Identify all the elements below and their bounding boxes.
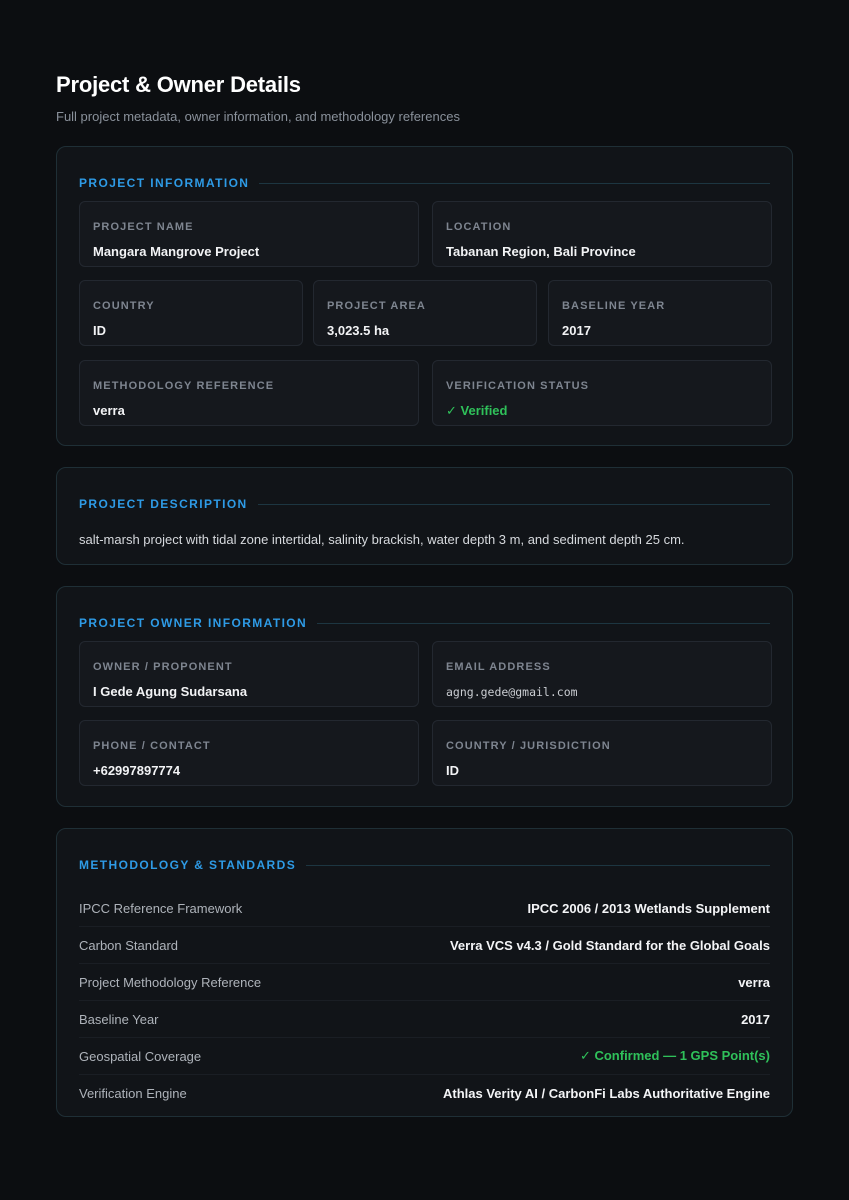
methodology-card: METHODOLOGY & STANDARDS IPCC Reference F…	[56, 828, 793, 1117]
section-divider	[257, 503, 770, 505]
page-title: Project & Owner Details	[56, 72, 301, 97]
field-value: Tabanan Region, Bali Province	[446, 244, 636, 259]
row-label: Project Methodology Reference	[79, 974, 262, 990]
methodology-row-verification-engine: Verification Engine Athlas Verity AI / C…	[79, 1075, 770, 1112]
field-jurisdiction: COUNTRY / JURISDICTION ID	[432, 720, 772, 786]
field-value: 3,023.5 ha	[327, 323, 390, 338]
section-divider	[259, 182, 770, 184]
field-baseline-year: BASELINE YEAR 2017	[548, 280, 772, 346]
section-title: METHODOLOGY & STANDARDS	[79, 858, 297, 872]
field-label: PHONE / CONTACT	[93, 740, 211, 752]
geospatial-status-value: ✓ Confirmed — 1 GPS Point(s)	[579, 1048, 770, 1063]
field-methodology-reference: METHODOLOGY REFERENCE verra	[79, 360, 419, 426]
field-country: COUNTRY ID	[79, 280, 303, 346]
row-value: Athlas Verity AI / CarbonFi Labs Authori…	[443, 1086, 770, 1101]
field-label: LOCATION	[446, 221, 512, 233]
field-label: COUNTRY / JURISDICTION	[446, 740, 611, 752]
section-divider	[306, 864, 770, 866]
field-label: PROJECT AREA	[327, 300, 426, 312]
field-email: EMAIL ADDRESS agng.gede@gmail.com	[432, 641, 772, 707]
section-title: PROJECT OWNER INFORMATION	[79, 616, 308, 630]
methodology-row-ipcc: IPCC Reference Framework IPCC 2006 / 201…	[79, 890, 770, 927]
field-value: ID	[93, 323, 106, 338]
row-label: Verification Engine	[79, 1086, 187, 1101]
field-label: COUNTRY	[93, 300, 155, 312]
field-value: I Gede Agung Sudarsana	[93, 684, 248, 699]
project-owner-card: PROJECT OWNER INFORMATION OWNER / PROPON…	[56, 586, 793, 807]
methodology-row-methodology-reference: Project Methodology Reference verra	[79, 964, 770, 1001]
email-value: agng.gede@gmail.com	[446, 685, 578, 699]
page: Project & Owner Details Full project met…	[0, 0, 849, 1200]
row-value: IPCC 2006 / 2013 Wetlands Supplement	[527, 900, 770, 916]
methodology-row-baseline-year: Baseline Year 2017	[79, 1001, 770, 1038]
methodology-row-carbon-standard: Carbon Standard Verra VCS v4.3 / Gold St…	[79, 927, 770, 964]
row-label: Baseline Year	[79, 1011, 159, 1027]
row-label: IPCC Reference Framework	[79, 900, 243, 916]
section-title: PROJECT INFORMATION	[79, 176, 250, 190]
field-value: +62997897774	[93, 763, 181, 778]
verified-status-badge: ✓ Verified	[446, 403, 508, 418]
project-description-header: PROJECT DESCRIPTION	[79, 497, 770, 511]
field-label: VERIFICATION STATUS	[446, 380, 590, 392]
methodology-row-geospatial: Geospatial Coverage ✓ Confirmed — 1 GPS …	[79, 1038, 770, 1075]
section-divider	[317, 622, 770, 624]
field-value: Mangara Mangrove Project	[93, 244, 260, 259]
field-location: LOCATION Tabanan Region, Bali Province	[432, 201, 772, 267]
field-value: 2017	[562, 323, 591, 338]
project-information-header: PROJECT INFORMATION	[79, 176, 770, 190]
project-description-card: PROJECT DESCRIPTION salt-marsh project w…	[56, 467, 793, 565]
field-value: ID	[446, 763, 459, 778]
field-label: OWNER / PROPONENT	[93, 661, 233, 673]
project-description-text: salt-marsh project with tidal zone inter…	[79, 532, 685, 547]
field-label: PROJECT NAME	[93, 221, 194, 233]
project-owner-header: PROJECT OWNER INFORMATION	[79, 616, 770, 630]
field-label: EMAIL ADDRESS	[446, 661, 551, 673]
row-value: Verra VCS v4.3 / Gold Standard for the G…	[449, 937, 770, 953]
page-subtitle: Full project metadata, owner information…	[56, 109, 460, 124]
row-label: Geospatial Coverage	[79, 1048, 202, 1064]
field-value: verra	[93, 403, 125, 418]
methodology-header: METHODOLOGY & STANDARDS	[79, 858, 770, 872]
project-information-card: PROJECT INFORMATION PROJECT NAME Mangara…	[56, 146, 793, 446]
field-project-area: PROJECT AREA 3,023.5 ha	[313, 280, 537, 346]
field-project-name: PROJECT NAME Mangara Mangrove Project	[79, 201, 419, 267]
row-value: verra	[738, 974, 770, 990]
field-owner: OWNER / PROPONENT I Gede Agung Sudarsana	[79, 641, 419, 707]
field-label: METHODOLOGY REFERENCE	[93, 380, 275, 392]
row-label: Carbon Standard	[79, 937, 179, 953]
section-title: PROJECT DESCRIPTION	[79, 497, 248, 511]
field-verification-status: VERIFICATION STATUS ✓ Verified	[432, 360, 772, 426]
field-phone: PHONE / CONTACT +62997897774	[79, 720, 419, 786]
row-value: 2017	[741, 1011, 770, 1027]
field-label: BASELINE YEAR	[562, 300, 666, 312]
